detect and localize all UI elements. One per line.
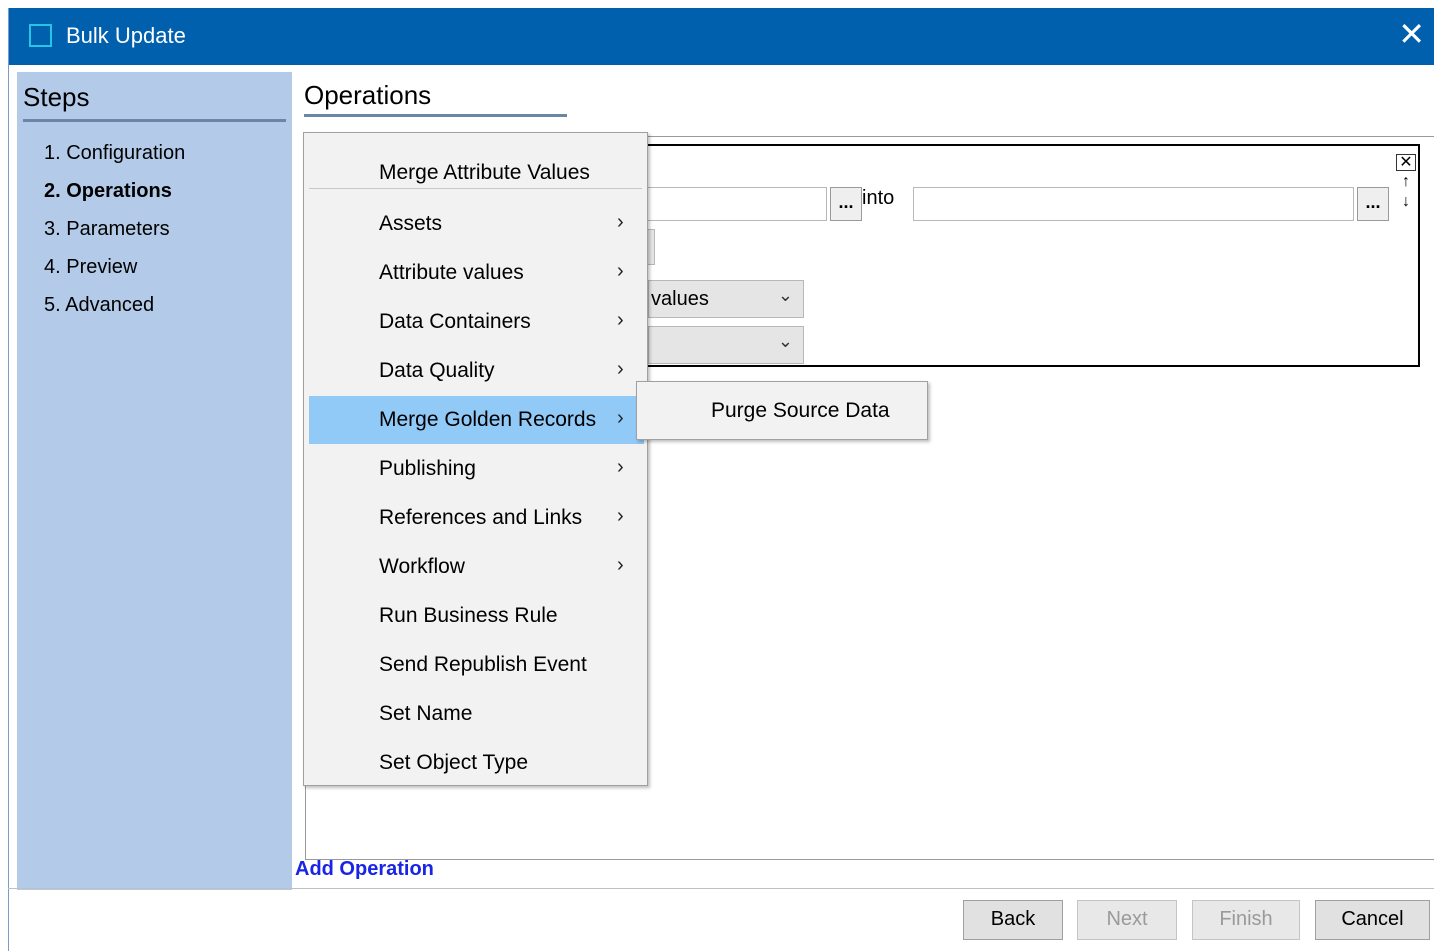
source-browse-button[interactable]: ... — [830, 187, 862, 221]
chevron-right-icon: › — [617, 211, 624, 233]
operations-divider — [304, 114, 567, 117]
app-icon — [29, 24, 52, 47]
target-browse-button[interactable]: ... — [1357, 187, 1389, 221]
menu-item-data-quality[interactable]: Data Quality › — [309, 347, 644, 395]
menu-item-set-name[interactable]: Set Name — [309, 690, 644, 738]
window-title: Bulk Update — [66, 23, 186, 48]
merge-mode-select[interactable]: values ⌄ — [648, 280, 804, 318]
next-button[interactable]: Next — [1077, 900, 1177, 940]
chevron-right-icon: › — [617, 505, 624, 527]
steps-panel: Steps 1. Configuration 2. Operations 3. … — [17, 72, 292, 890]
menu-item-run-business-rule[interactable]: Run Business Rule — [309, 592, 644, 640]
step-operations[interactable]: 2. Operations — [44, 180, 172, 203]
steps-title: Steps — [23, 82, 90, 112]
step-advanced[interactable]: 5. Advanced — [44, 294, 154, 317]
chevron-right-icon: › — [617, 554, 624, 576]
move-down-icon[interactable]: ↓ — [1396, 194, 1416, 211]
merge-mode-value: values — [651, 288, 709, 310]
title-bar: Bulk Update ✕ — [9, 8, 1434, 65]
chevron-right-icon: › — [617, 358, 624, 380]
into-label: into — [862, 187, 895, 209]
move-up-icon[interactable]: ↑ — [1396, 174, 1416, 191]
menu-item-set-object-type[interactable]: Set Object Type — [309, 739, 644, 787]
menu-separator — [309, 188, 642, 189]
chevron-down-icon: ⌄ — [777, 285, 793, 305]
menu-item-merge-attribute-values[interactable]: Merge Attribute Values — [309, 149, 644, 197]
menu-item-assets[interactable]: Assets › — [309, 200, 644, 248]
menu-item-merge-golden-records[interactable]: Merge Golden Records › — [309, 396, 644, 444]
menu-item-send-republish-event[interactable]: Send Republish Event — [309, 641, 644, 689]
chevron-right-icon: › — [617, 260, 624, 282]
chevron-right-icon: › — [617, 309, 624, 331]
footer-divider — [8, 888, 1434, 889]
remove-operation-icon[interactable]: ✕ — [1396, 154, 1416, 171]
target-attribute-field[interactable] — [913, 187, 1354, 221]
menu-item-workflow[interactable]: Workflow › — [309, 543, 644, 591]
add-operation-link[interactable]: Add Operation — [295, 858, 434, 881]
secondary-select[interactable]: ⌄ — [648, 326, 804, 364]
menu-item-attribute-values[interactable]: Attribute values › — [309, 249, 644, 297]
back-button[interactable]: Back — [963, 900, 1063, 940]
chevron-right-icon: › — [617, 407, 624, 429]
menu-item-publishing[interactable]: Publishing › — [309, 445, 644, 493]
step-preview[interactable]: 4. Preview — [44, 256, 137, 279]
step-parameters[interactable]: 3. Parameters — [44, 218, 170, 241]
cancel-button[interactable]: Cancel — [1315, 900, 1430, 940]
chevron-down-icon: ⌄ — [777, 331, 793, 351]
chevron-right-icon: › — [617, 456, 624, 478]
menu-item-data-containers[interactable]: Data Containers › — [309, 298, 644, 346]
step-configuration[interactable]: 1. Configuration — [44, 142, 185, 165]
menu-item-references-and-links[interactable]: References and Links › — [309, 494, 644, 542]
finish-button[interactable]: Finish — [1192, 900, 1300, 940]
steps-divider — [23, 119, 286, 122]
source-attribute-field[interactable] — [640, 187, 827, 221]
add-operation-menu: Merge Attribute Values Assets › Attribut… — [303, 132, 648, 786]
operations-title: Operations — [304, 80, 432, 110]
merge-golden-records-submenu: Purge Source Data — [636, 381, 928, 440]
close-icon[interactable]: ✕ — [1398, 16, 1425, 52]
submenu-item-purge-source-data[interactable]: Purge Source Data — [711, 399, 890, 423]
